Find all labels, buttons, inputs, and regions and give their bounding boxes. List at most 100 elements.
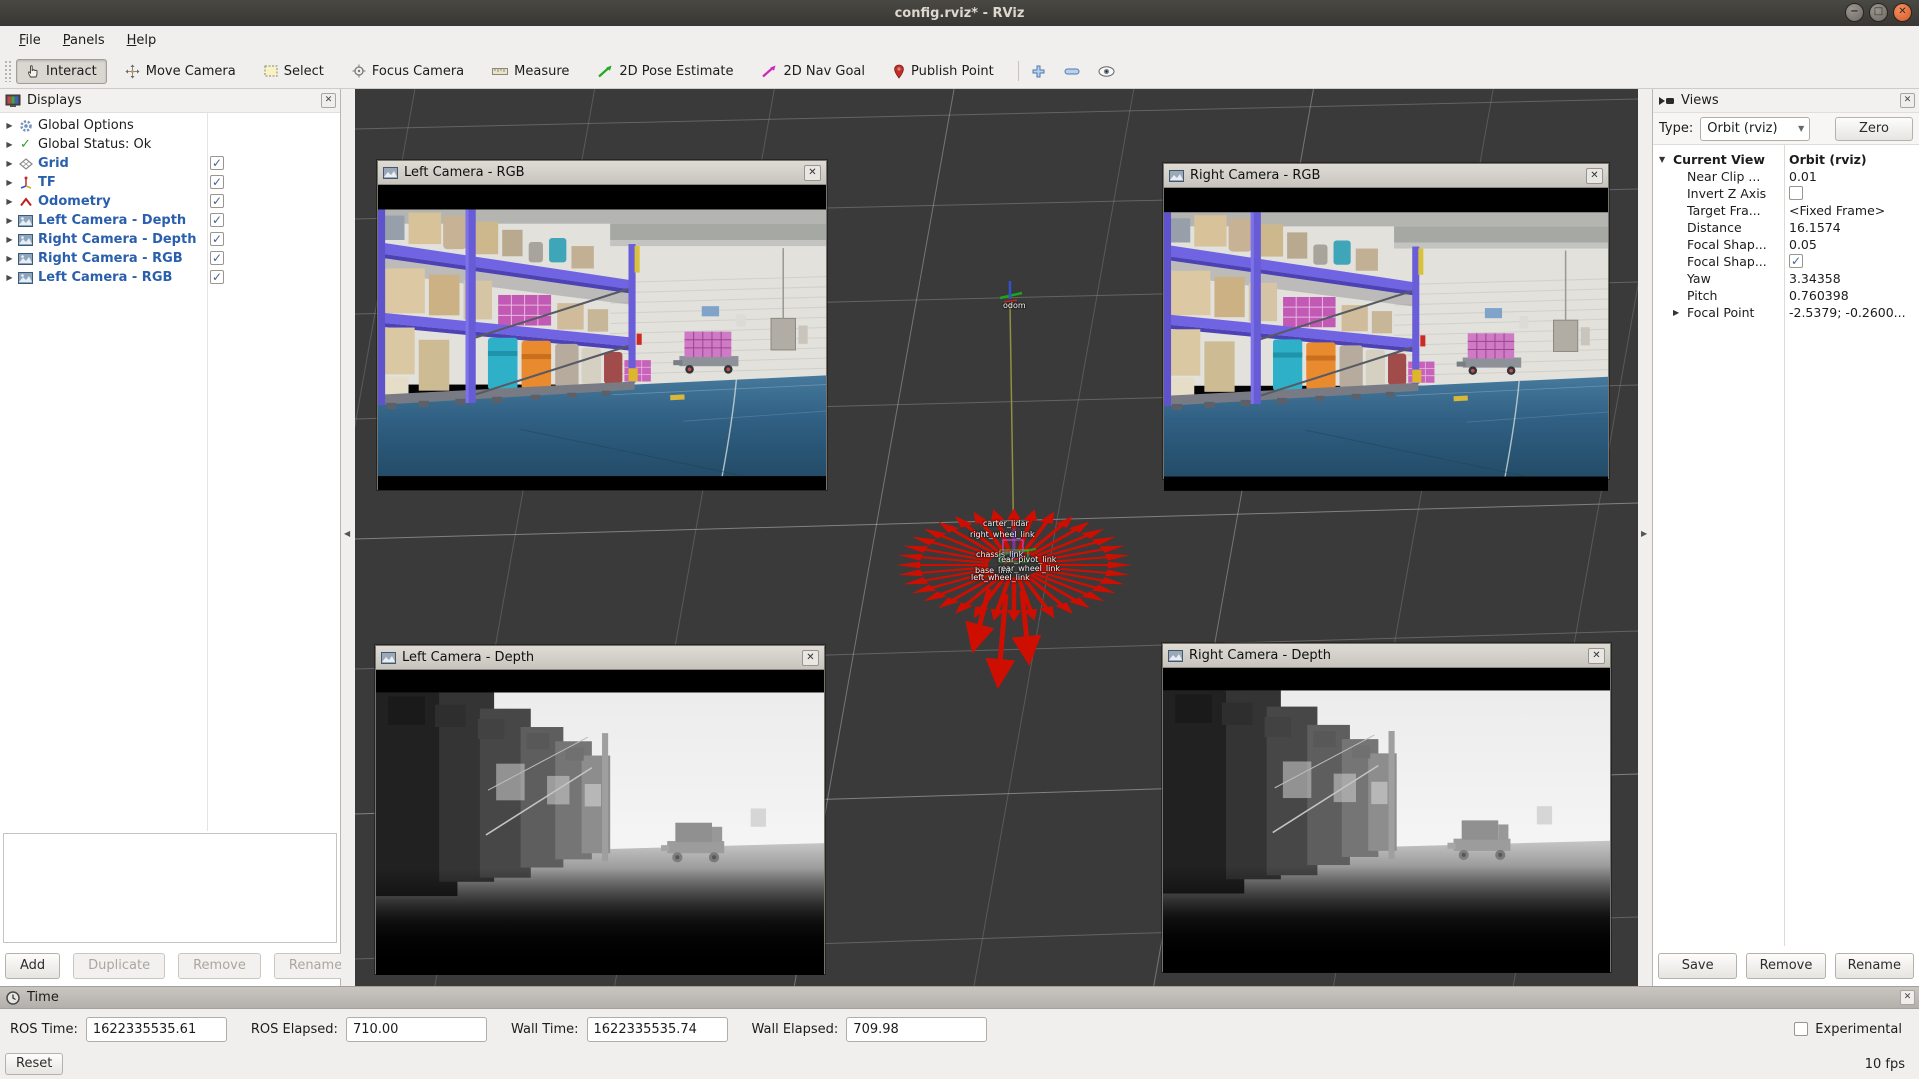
displays-panel-header[interactable]: Displays ✕ <box>0 89 340 113</box>
property-row-yaw[interactable]: Yaw 3.34358 <box>1653 270 1919 287</box>
camera-panel-titlebar[interactable]: Left Camera - RGB ✕ <box>378 161 826 185</box>
display-row-grid[interactable]: ▶ Grid <box>0 154 340 173</box>
image-icon <box>16 253 35 265</box>
focal-shape-checkbox[interactable] <box>1789 254 1803 268</box>
display-row-left-camera-rgb[interactable]: ▶ Left Camera - RGB <box>0 268 340 287</box>
tool-2d-nav-goal[interactable]: 2D Nav Goal <box>751 59 875 84</box>
display-row-global-status[interactable]: ▶ ✓ Global Status: Ok <box>0 135 340 154</box>
property-row-current-view[interactable]: ▼ Current View Orbit (rviz) <box>1653 151 1919 168</box>
zoom-in-button[interactable] <box>1031 64 1046 79</box>
expand-icon[interactable]: ▶ <box>3 121 16 130</box>
tool-select[interactable]: Select <box>254 59 334 84</box>
tool-measure[interactable]: Measure <box>482 59 579 84</box>
collapse-left-icon[interactable]: ◀ <box>344 529 350 538</box>
window-titlebar[interactable]: config.rviz* - RViz − □ ✕ <box>0 0 1919 26</box>
camera-panel-close-icon[interactable]: ✕ <box>1586 168 1603 184</box>
property-row-pitch[interactable]: Pitch 0.760398 <box>1653 287 1919 304</box>
property-row-target-frame[interactable]: Target Fra... <Fixed Frame> <box>1653 202 1919 219</box>
experimental-option[interactable]: Experimental <box>1794 1022 1902 1037</box>
display-checkbox[interactable] <box>210 156 224 170</box>
time-close-icon[interactable]: ✕ <box>1900 990 1915 1005</box>
wall-time-input[interactable] <box>587 1017 728 1042</box>
displays-tree: ▶ Global Options ▶ ✓ Global Status: Ok ▶… <box>0 113 340 831</box>
wall-elapsed-input[interactable] <box>846 1017 987 1042</box>
toolbar-grip[interactable] <box>4 60 12 82</box>
tool-move-camera[interactable]: Move Camera <box>115 59 246 84</box>
camera-panel-titlebar[interactable]: Right Camera - Depth ✕ <box>1163 644 1610 668</box>
menu-panels[interactable]: Panels <box>52 30 116 51</box>
property-row-distance[interactable]: Distance 16.1574 <box>1653 219 1919 236</box>
displays-close-icon[interactable]: ✕ <box>321 93 336 108</box>
zero-button[interactable]: Zero <box>1835 117 1913 141</box>
views-panel: Views ✕ Type: Orbit (rviz) ▼ Zero ▼ Curr… <box>1652 89 1919 986</box>
expand-icon[interactable]: ▶ <box>1673 308 1679 317</box>
image-icon <box>381 652 396 664</box>
views-type-row: Type: Orbit (rviz) ▼ Zero <box>1653 113 1919 145</box>
expand-icon[interactable]: ▶ <box>3 273 16 282</box>
expand-icon[interactable]: ▶ <box>3 140 16 149</box>
ros-time-input[interactable] <box>86 1017 227 1042</box>
display-row-tf[interactable]: ▶ TF <box>0 173 340 192</box>
collapse-expand-icon[interactable]: ▼ <box>1659 155 1665 164</box>
expand-icon[interactable]: ▶ <box>3 216 16 225</box>
time-panel-title: Time <box>27 990 59 1005</box>
tool-2d-pose-estimate[interactable]: 2D Pose Estimate <box>587 59 743 84</box>
views-close-icon[interactable]: ✕ <box>1900 93 1915 108</box>
save-button[interactable]: Save <box>1658 953 1737 979</box>
tool-focus-camera[interactable]: Focus Camera <box>342 59 474 84</box>
views-remove-button[interactable]: Remove <box>1746 953 1825 979</box>
expand-icon[interactable]: ▶ <box>3 197 16 206</box>
add-button[interactable]: Add <box>5 953 60 979</box>
left-panel-collapse-strip[interactable]: ◀ <box>341 89 355 986</box>
property-row-invert-z[interactable]: Invert Z Axis <box>1653 185 1919 202</box>
display-checkbox[interactable] <box>210 232 224 246</box>
display-checkbox[interactable] <box>210 213 224 227</box>
invert-z-checkbox[interactable] <box>1789 186 1803 200</box>
close-button[interactable]: ✕ <box>1893 3 1912 22</box>
property-row-focal-shape-fixed[interactable]: Focal Shap... <box>1653 253 1919 270</box>
minus-icon <box>1064 67 1080 76</box>
views-panel-header[interactable]: Views ✕ <box>1653 89 1919 113</box>
right-panel-collapse-strip[interactable]: ▶ <box>1638 89 1652 986</box>
display-checkbox[interactable] <box>210 251 224 265</box>
display-checkbox[interactable] <box>210 194 224 208</box>
display-row-right-camera-depth[interactable]: ▶ Right Camera - Depth <box>0 230 340 249</box>
property-row-focal-point[interactable]: ▶ Focal Point -2.5379; -0.2600... <box>1653 304 1919 321</box>
time-panel-header[interactable]: Time ✕ <box>0 986 1919 1009</box>
collapse-right-icon[interactable]: ▶ <box>1641 529 1647 538</box>
duplicate-button: Duplicate <box>73 953 165 979</box>
property-row-focal-shape-size[interactable]: Focal Shap... 0.05 <box>1653 236 1919 253</box>
camera-panel-close-icon[interactable]: ✕ <box>804 165 821 181</box>
view-type-select[interactable]: Orbit (rviz) ▼ <box>1700 117 1810 141</box>
expand-icon[interactable]: ▶ <box>3 235 16 244</box>
display-row-global-options[interactable]: ▶ Global Options <box>0 116 340 135</box>
camera-panel-close-icon[interactable]: ✕ <box>802 650 819 666</box>
display-checkbox[interactable] <box>210 175 224 189</box>
expand-icon[interactable]: ▶ <box>3 159 16 168</box>
minimize-button[interactable]: − <box>1845 3 1864 22</box>
display-row-left-camera-depth[interactable]: ▶ Left Camera - Depth <box>0 211 340 230</box>
camera-panel-titlebar[interactable]: Left Camera - Depth ✕ <box>376 646 824 670</box>
display-checkbox[interactable] <box>210 270 224 284</box>
display-row-odometry[interactable]: ▶ Odometry <box>0 192 340 211</box>
menu-help[interactable]: Help <box>116 30 168 51</box>
display-row-right-camera-rgb[interactable]: ▶ Right Camera - RGB <box>0 249 340 268</box>
property-row-near-clip[interactable]: Near Clip ... 0.01 <box>1653 168 1919 185</box>
render-viewport-3d[interactable]: odom carter_lidar right_wheel_link chass… <box>355 89 1638 986</box>
focus-crosshair-icon <box>352 64 366 78</box>
expand-icon[interactable]: ▶ <box>3 178 16 187</box>
experimental-checkbox[interactable] <box>1794 1022 1808 1036</box>
zoom-out-button[interactable] <box>1064 67 1080 76</box>
tool-interact[interactable]: Interact <box>16 59 107 84</box>
camera-panel-titlebar[interactable]: Right Camera - RGB ✕ <box>1164 164 1608 188</box>
maximize-button[interactable]: □ <box>1869 3 1888 22</box>
expand-icon[interactable]: ▶ <box>3 254 16 263</box>
menu-file[interactable]: File <box>8 30 52 51</box>
camera-panel-close-icon[interactable]: ✕ <box>1588 648 1605 664</box>
ros-elapsed-input[interactable] <box>346 1017 487 1042</box>
visibility-button[interactable] <box>1098 66 1115 77</box>
toolbar: Interact Move Camera Select Focus Camera… <box>0 54 1919 89</box>
views-rename-button[interactable]: Rename <box>1835 953 1914 979</box>
reset-button[interactable]: Reset <box>5 1053 63 1075</box>
tool-publish-point[interactable]: Publish Point <box>883 59 1004 84</box>
